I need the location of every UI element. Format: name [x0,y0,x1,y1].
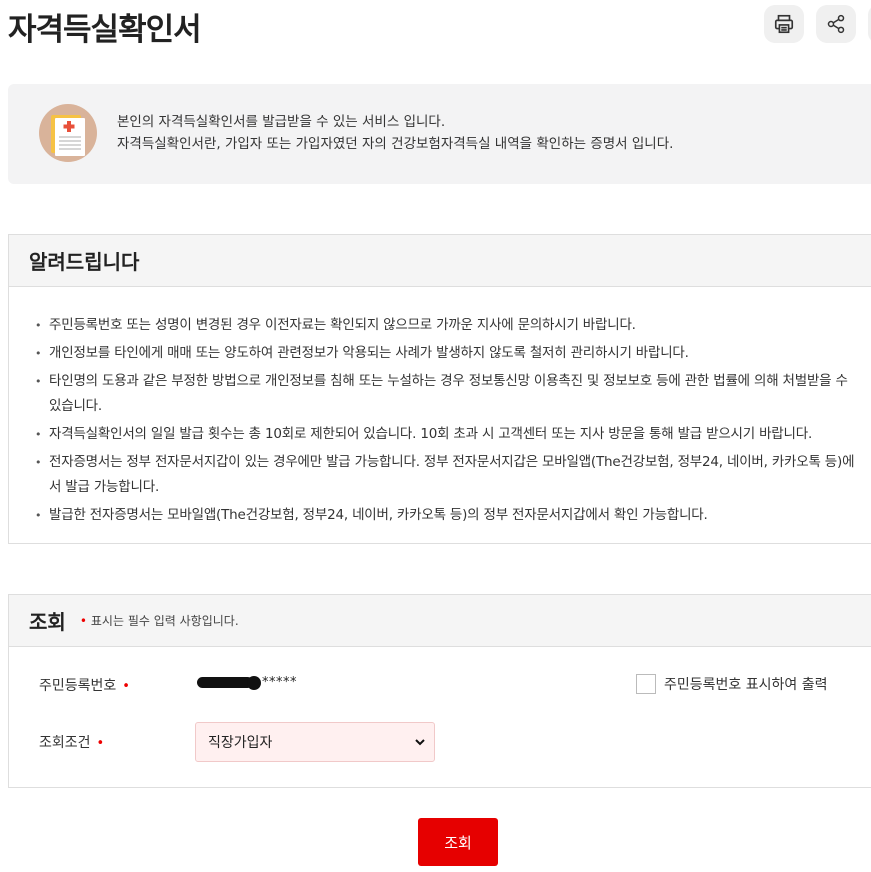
share-icon [827,14,845,34]
chevron-down-icon [415,739,425,746]
notice-item: 자격득실확인서의 일일 발급 횟수는 총 10회로 제한되어 있습니다. 10회… [35,422,864,447]
required-marker: • [122,679,130,694]
show-rrn-label: 주민등록번호 표시하여 출력 [664,677,828,693]
required-marker: • [96,736,105,751]
required-marker: • [79,613,87,628]
redaction-mark [247,675,261,690]
condition-select[interactable]: 직장가입자 [195,722,435,762]
notice-item: 전자증명서는 정부 전자문서지갑이 있는 경우에만 발급 가능합니다. 정부 전… [35,450,864,500]
redaction-mark [197,677,253,688]
condition-label-text: 조회조건 [39,735,91,751]
notice-title: 알려드립니다 [29,250,140,274]
service-description-line: 본인의 자격득실확인서를 발급받을 수 있는 서비스 입니다. [117,114,446,130]
notice-item: 발급한 전자증명서는 모바일앱(The건강보험, 정부24, 네이버, 카카오톡… [35,503,864,528]
service-info-box: 본인의 자격득실확인서를 발급받을 수 있는 서비스 입니다. 자격득실확인서란… [8,84,871,184]
medical-document-icon [39,104,97,162]
rrn-label-text: 주민등록번호 [39,678,117,694]
service-description: 본인의 자격득실확인서를 발급받을 수 있는 서비스 입니다. 자격득실확인서란… [117,111,673,155]
printer-icon [774,14,794,34]
page-title: 자격득실확인서 [8,12,202,48]
show-rrn-checkbox[interactable] [636,674,656,694]
required-note: 표시는 필수 입력 사항입니다. [90,614,239,628]
rrn-label: 주민등록번호 • [39,675,130,695]
notice-item: 개인정보를 타인에게 매매 또는 양도하여 관련정보가 악용되는 사례가 발생하… [35,341,864,366]
notice-item: 주민등록번호 또는 성명이 변경된 경우 이전자료는 확인되지 않으므로 가까운… [35,313,864,338]
search-panel: 조회 • 표시는 필수 입력 사항입니다. 주민등록번호 • ***** 주민등록… [8,594,871,788]
share-button[interactable] [816,5,856,43]
rrn-masked-suffix: ***** [262,675,297,690]
top-actions [764,5,856,43]
show-rrn-checkbox-row[interactable]: 주민등록번호 표시하여 출력 [636,674,827,694]
notice-list: 주민등록번호 또는 성명이 변경된 경우 이전자료는 확인되지 않으므로 가까운… [9,287,871,528]
print-button[interactable] [764,5,804,43]
search-header: 조회 • 표시는 필수 입력 사항입니다. [9,595,871,647]
notice-item: 타인명의 도용과 같은 부정한 방법으로 개인정보를 침해 또는 누설하는 경우… [35,369,864,419]
service-description-line: 자격득실확인서란, 가입자 또는 가입자였던 자의 건강보험자격득실 내역을 확… [117,136,674,152]
search-submit-button[interactable]: 조회 [418,818,498,866]
rrn-value: ***** [197,675,297,690]
notice-panel: 알려드립니다 주민등록번호 또는 성명이 변경된 경우 이전자료는 확인되지 않… [8,234,871,544]
condition-label: 조회조건 • [39,732,104,752]
search-title: 조회 [29,610,66,634]
notice-header: 알려드립니다 [9,235,871,287]
condition-select-value: 직장가입자 [208,735,273,751]
